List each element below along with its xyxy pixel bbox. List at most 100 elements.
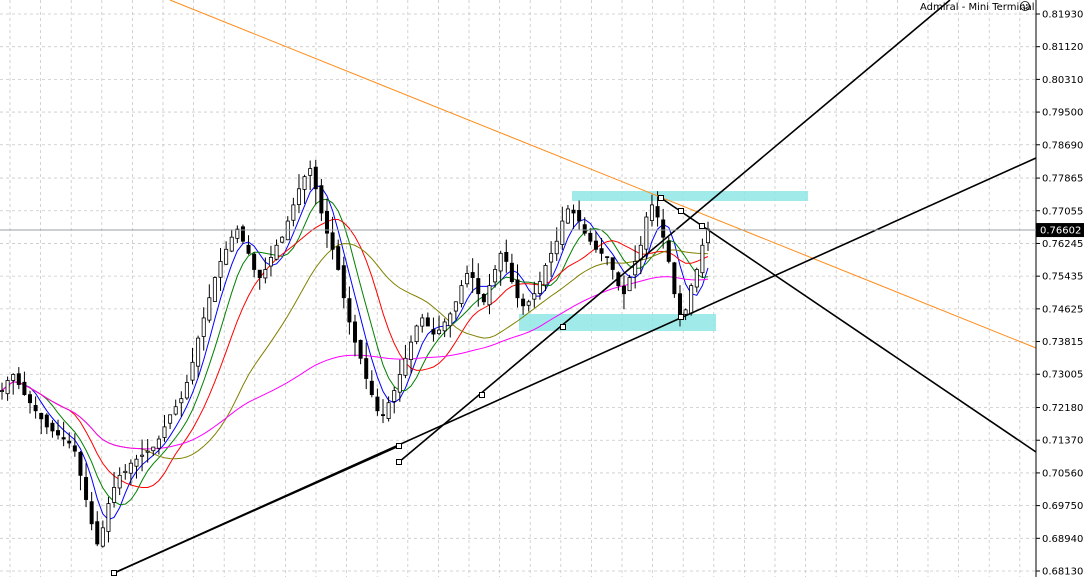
candle-body (201, 317, 206, 337)
candle-body (661, 219, 666, 238)
candle-body (112, 487, 117, 503)
candle-body (683, 309, 688, 315)
candle-body (358, 339, 363, 359)
candle-body (453, 301, 458, 312)
candle-body (537, 281, 542, 294)
candle-body (672, 262, 677, 295)
candle-body (386, 402, 391, 419)
anchor-point (678, 208, 684, 214)
candle-body (16, 373, 21, 385)
tick-label: 0.73815 (1042, 337, 1083, 348)
candle-body (700, 244, 705, 274)
candle-body (689, 285, 694, 314)
candle-body (397, 374, 402, 393)
candle-body (89, 501, 94, 525)
candle-body (369, 380, 374, 396)
candle-body (347, 298, 352, 323)
candle-body (162, 426, 167, 438)
candle-body (621, 285, 626, 295)
candle-body (224, 248, 229, 265)
tick-label: 0.74625 (1042, 304, 1083, 315)
tick-label: 0.77865 (1042, 174, 1083, 185)
candle-body (336, 246, 341, 270)
zone-1 (519, 314, 716, 331)
candle-body (487, 285, 492, 306)
candle-body (554, 240, 559, 255)
candle-body (504, 251, 509, 262)
candle-body (28, 394, 33, 404)
candle-body (268, 256, 273, 267)
price-chart[interactable]: 0.81930 0.81120 0.80310 0.79500 0.78690 0.778… (0, 0, 1084, 577)
candle-body (168, 414, 173, 424)
candle-body (67, 440, 72, 444)
candle-body (571, 209, 576, 214)
candle-body (599, 248, 604, 254)
candle-body (78, 451, 83, 476)
candle-body (72, 445, 77, 452)
trend-line (113, 445, 400, 574)
tick-label: 0.76245 (1042, 239, 1083, 250)
candle-body (649, 204, 654, 221)
moving-average-line (1, 276, 709, 450)
candle-body (330, 232, 335, 250)
candle-body (588, 232, 593, 242)
candle-body (33, 405, 38, 412)
tick-label: 0.80310 (1042, 75, 1083, 86)
tick-label: 0.81120 (1042, 42, 1083, 53)
candle-body (515, 279, 520, 299)
candle-body (425, 317, 430, 327)
candle-body (291, 204, 296, 221)
candle-body (431, 329, 436, 335)
tick-label: 0.81930 (1042, 10, 1083, 21)
candle-body (84, 477, 89, 500)
candle-body (414, 325, 419, 342)
anchor-point (396, 459, 402, 465)
candle-body (543, 265, 548, 286)
candle-body (493, 269, 498, 283)
candle-body (246, 244, 251, 254)
candle-body (11, 374, 16, 381)
candle-body (257, 269, 262, 278)
candle-body (420, 317, 425, 327)
candle-body (532, 293, 537, 300)
candle-body (582, 224, 587, 234)
candle-body (577, 210, 582, 222)
candle-body (218, 261, 223, 278)
candle-body (509, 262, 514, 283)
candle-body (593, 240, 598, 250)
candle-body (134, 458, 139, 467)
anchor-point (560, 324, 566, 330)
candle-body (549, 252, 554, 263)
candle-body (196, 337, 201, 367)
candlesticks (0, 159, 711, 548)
candle-body (470, 272, 475, 278)
candle-body (302, 176, 307, 190)
candle-body (263, 269, 268, 279)
candle-body (123, 470, 128, 474)
tick-label: 0.71370 (1042, 436, 1083, 447)
candle-body (627, 277, 632, 292)
tick-label: 0.78690 (1042, 140, 1083, 151)
candle-body (44, 414, 49, 428)
branding: Admiral - Mini Terminal (920, 1, 1034, 13)
candle-body (140, 454, 145, 457)
anchor-point (111, 570, 117, 576)
tick-label: 0.69750 (1042, 501, 1083, 512)
zone-0 (572, 191, 808, 201)
candle-body (117, 474, 122, 489)
candle-body (100, 527, 105, 547)
candle-body (50, 422, 55, 432)
candle-body (190, 361, 195, 381)
candle-body (375, 396, 380, 412)
candle-body (521, 298, 526, 307)
candle-body (352, 321, 357, 343)
candle-body (605, 256, 610, 259)
tick-label: 0.73005 (1042, 370, 1083, 381)
candle-body (364, 358, 369, 379)
candle-body (22, 381, 27, 396)
candle-body (442, 321, 447, 332)
tick-label: 0.72180 (1042, 403, 1083, 414)
tick-label: 0.77055 (1042, 206, 1083, 217)
candle-body (156, 438, 161, 449)
anchor-point (479, 392, 485, 398)
